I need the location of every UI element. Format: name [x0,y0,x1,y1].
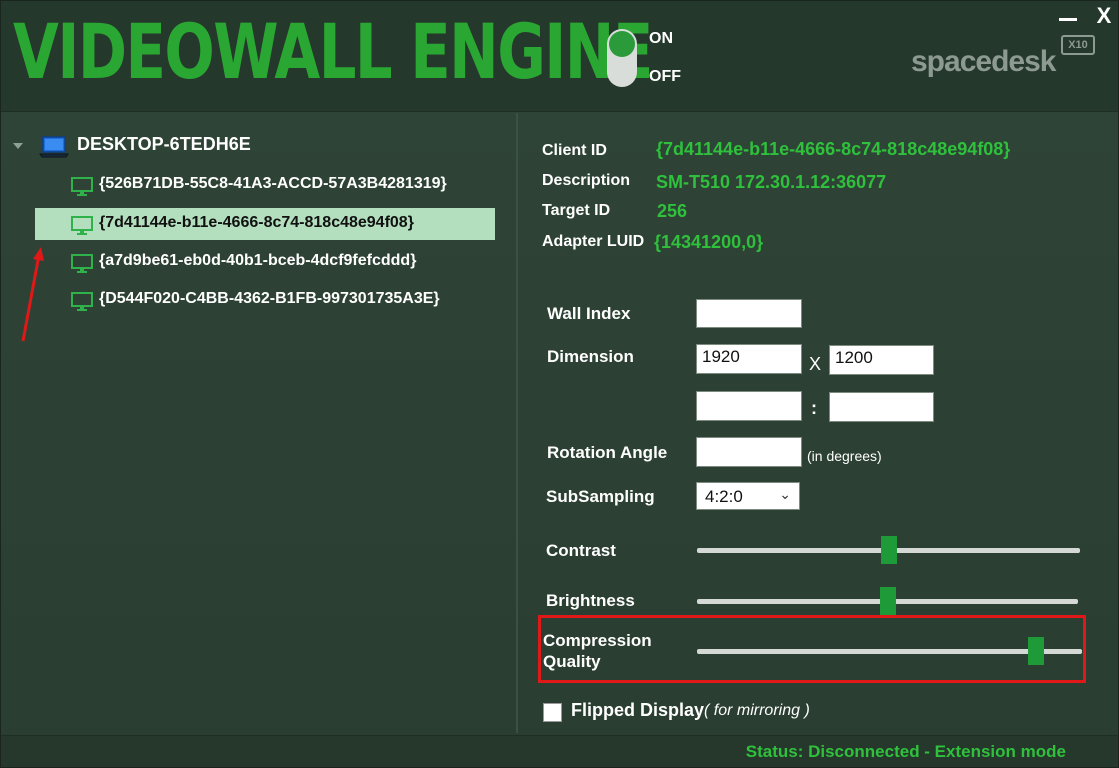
slider-thumb[interactable] [879,587,896,615]
close-button[interactable]: X [1089,3,1118,29]
dimension-label: Dimension [547,347,634,366]
subsampling-label: SubSampling [546,487,655,506]
brand-logo: spacedesk [911,45,1056,78]
app-title: VIDEOWALL ENGINE [13,7,653,96]
monitor-icon [71,292,93,311]
aspect-ratio-left-input[interactable] [696,391,802,421]
wall-index-input[interactable] [696,299,802,328]
slider-thumb[interactable] [880,536,897,564]
tree-item-display[interactable]: {a7d9be61-eb0d-40b1-bceb-4dcf9fefcddd} [35,246,495,278]
client-id-label: Client ID [542,142,607,159]
contrast-slider[interactable] [697,536,1080,564]
description-value: SM-T510 172.30.1.12:36077 [656,172,887,192]
rotation-angle-label: Rotation Angle [547,443,668,462]
status-bar: Status: Disconnected - Extension mode [1,735,1118,767]
tree-item-display-selected[interactable]: {7d41144e-b11e-4666-8c74-818c48e94f08} [35,208,495,240]
power-toggle[interactable] [607,29,637,87]
client-id-value: {7d41144e-b11e-4666-8c74-818c48e94f08} [656,139,1011,159]
minimize-button[interactable] [1053,3,1083,29]
brightness-slider[interactable] [697,587,1078,615]
status-text: Status: Disconnected - Extension mode [745,742,1066,761]
tree-item-label: {D544F020-C4BB-4362-B1FB-997301735A3E} [99,290,440,307]
flipped-display-label: Flipped Display [571,700,705,720]
height-input[interactable]: 1200 [829,345,934,375]
tree-root-label: DESKTOP-6TEDH6E [77,134,251,154]
collapse-arrow-icon[interactable] [13,143,23,149]
monitor-icon [71,177,93,196]
videowall-engine-window: VIDEOWALL ENGINE ON OFF spacedesk X10 X … [0,0,1119,768]
flipped-display-hint: ( for mirroring ) [704,702,810,719]
tree-item-label: {7d41144e-b11e-4666-8c74-818c48e94f08} [99,214,414,231]
annotation-highlight-box [538,615,1086,683]
monitor-icon [71,254,93,273]
toggle-on-label: ON [649,30,673,47]
brand-badge: X10 [1061,35,1095,55]
rotation-angle-input[interactable] [696,437,802,467]
tree-item-label: {526B71DB-55C8-41A3-ACCD-57A3B4281319} [99,175,447,192]
brightness-label: Brightness [546,591,635,610]
laptop-icon [39,136,69,158]
aspect-ratio-separator: : [811,398,817,418]
monitor-icon [71,216,93,235]
adapter-luid-value: {14341200,0} [654,232,764,252]
display-tree: DESKTOP-6TEDH6E {526B71DB-55C8-41A3-ACCD… [1,113,515,733]
subsampling-select[interactable]: 4:2:0 ⌄ [696,482,800,510]
adapter-luid-label: Adapter LUID [542,233,645,250]
tree-item-label: {a7d9be61-eb0d-40b1-bceb-4dcf9fefcddd} [99,252,417,269]
description-label: Description [542,172,631,189]
dimension-separator: X [809,354,822,374]
contrast-label: Contrast [546,541,616,560]
toggle-off-label: OFF [649,68,681,85]
toggle-knob[interactable] [609,31,635,57]
target-id-value: 256 [657,201,688,221]
aspect-ratio-right-input[interactable] [829,392,934,422]
wall-index-label: Wall Index [547,304,631,323]
target-id-label: Target ID [542,202,611,219]
tree-item-display[interactable]: {D544F020-C4BB-4362-B1FB-997301735A3E} [35,284,495,316]
header-bar: VIDEOWALL ENGINE ON OFF spacedesk X10 X [1,1,1118,112]
rotation-hint: (in degrees) [807,448,882,464]
chevron-down-icon: ⌄ [779,486,791,502]
width-input[interactable]: 1920 [696,344,802,374]
subsampling-value: 4:2:0 [705,487,743,506]
tree-item-display[interactable]: {526B71DB-55C8-41A3-ACCD-57A3B4281319} [35,169,495,201]
annotation-arrow-icon [21,247,44,342]
panel-divider [516,113,518,733]
flipped-display-checkbox[interactable] [543,703,562,722]
